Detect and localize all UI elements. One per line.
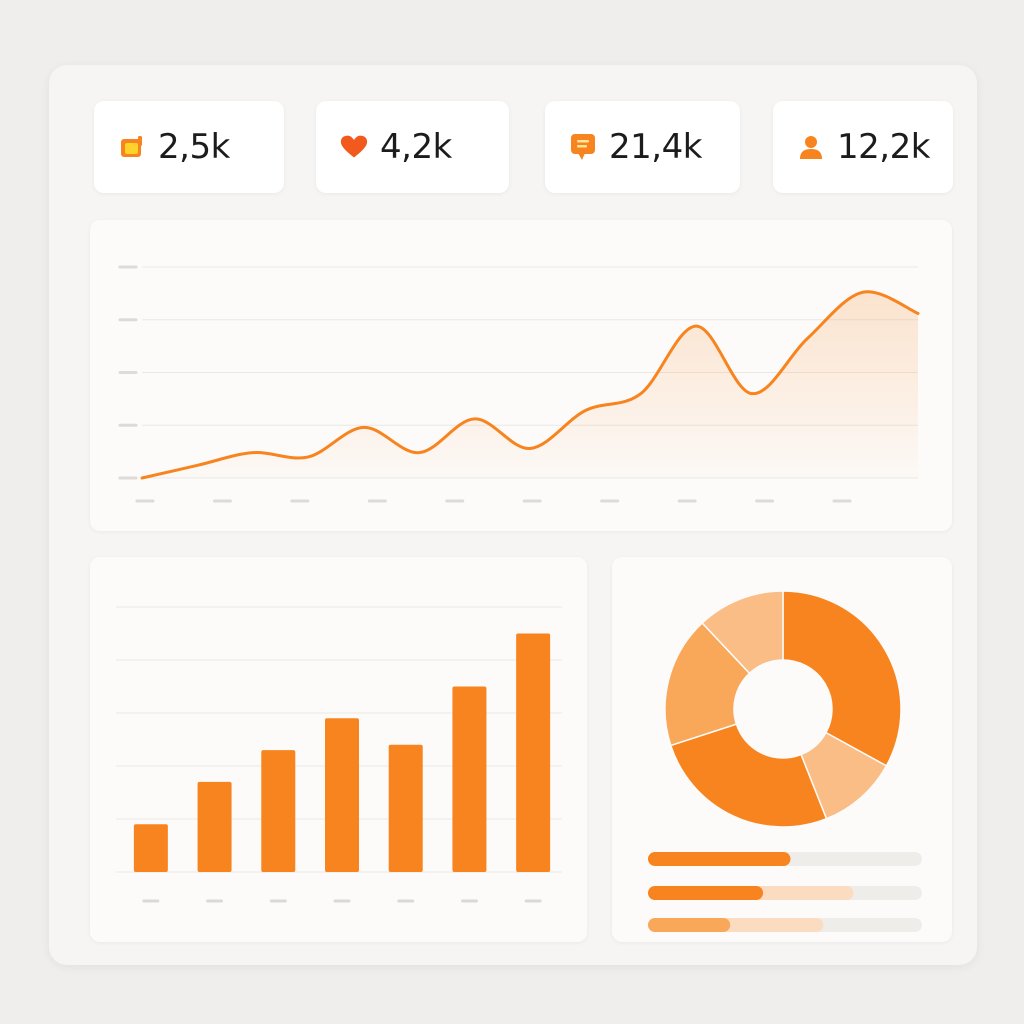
bar[interactable] xyxy=(516,633,551,873)
bar[interactable] xyxy=(452,686,487,873)
stat-value: 4,2k xyxy=(380,127,452,167)
stat-value: 21,4k xyxy=(609,127,702,167)
bar[interactable] xyxy=(388,744,423,872)
donut-chart xyxy=(648,590,922,932)
line-chart xyxy=(118,265,920,503)
user-icon xyxy=(797,133,825,161)
stat-card-comments[interactable]: 21,4k xyxy=(545,101,740,193)
bar[interactable] xyxy=(261,750,296,872)
square-badge-icon xyxy=(118,133,146,161)
comment-icon xyxy=(569,133,597,161)
stat-card-badges[interactable]: 2,5k xyxy=(94,101,284,193)
stat-card-users[interactable]: 12,2k xyxy=(773,101,953,193)
bar-chart xyxy=(116,606,562,903)
progress-fill xyxy=(648,918,731,932)
bar[interactable] xyxy=(197,781,232,872)
stat-card-likes[interactable]: 4,2k xyxy=(316,101,509,193)
donut-slice[interactable] xyxy=(669,723,828,828)
bar-chart-panel xyxy=(90,557,587,942)
stat-value: 2,5k xyxy=(158,127,230,167)
stat-value: 12,2k xyxy=(837,127,930,167)
line-chart-panel xyxy=(90,220,952,531)
bar[interactable] xyxy=(325,718,359,872)
progress-fill xyxy=(648,886,764,900)
donut-slice[interactable] xyxy=(782,590,902,767)
heart-icon xyxy=(340,133,368,161)
donut-chart-panel xyxy=(612,557,952,942)
progress-fill xyxy=(648,852,791,866)
bar[interactable] xyxy=(133,824,168,872)
